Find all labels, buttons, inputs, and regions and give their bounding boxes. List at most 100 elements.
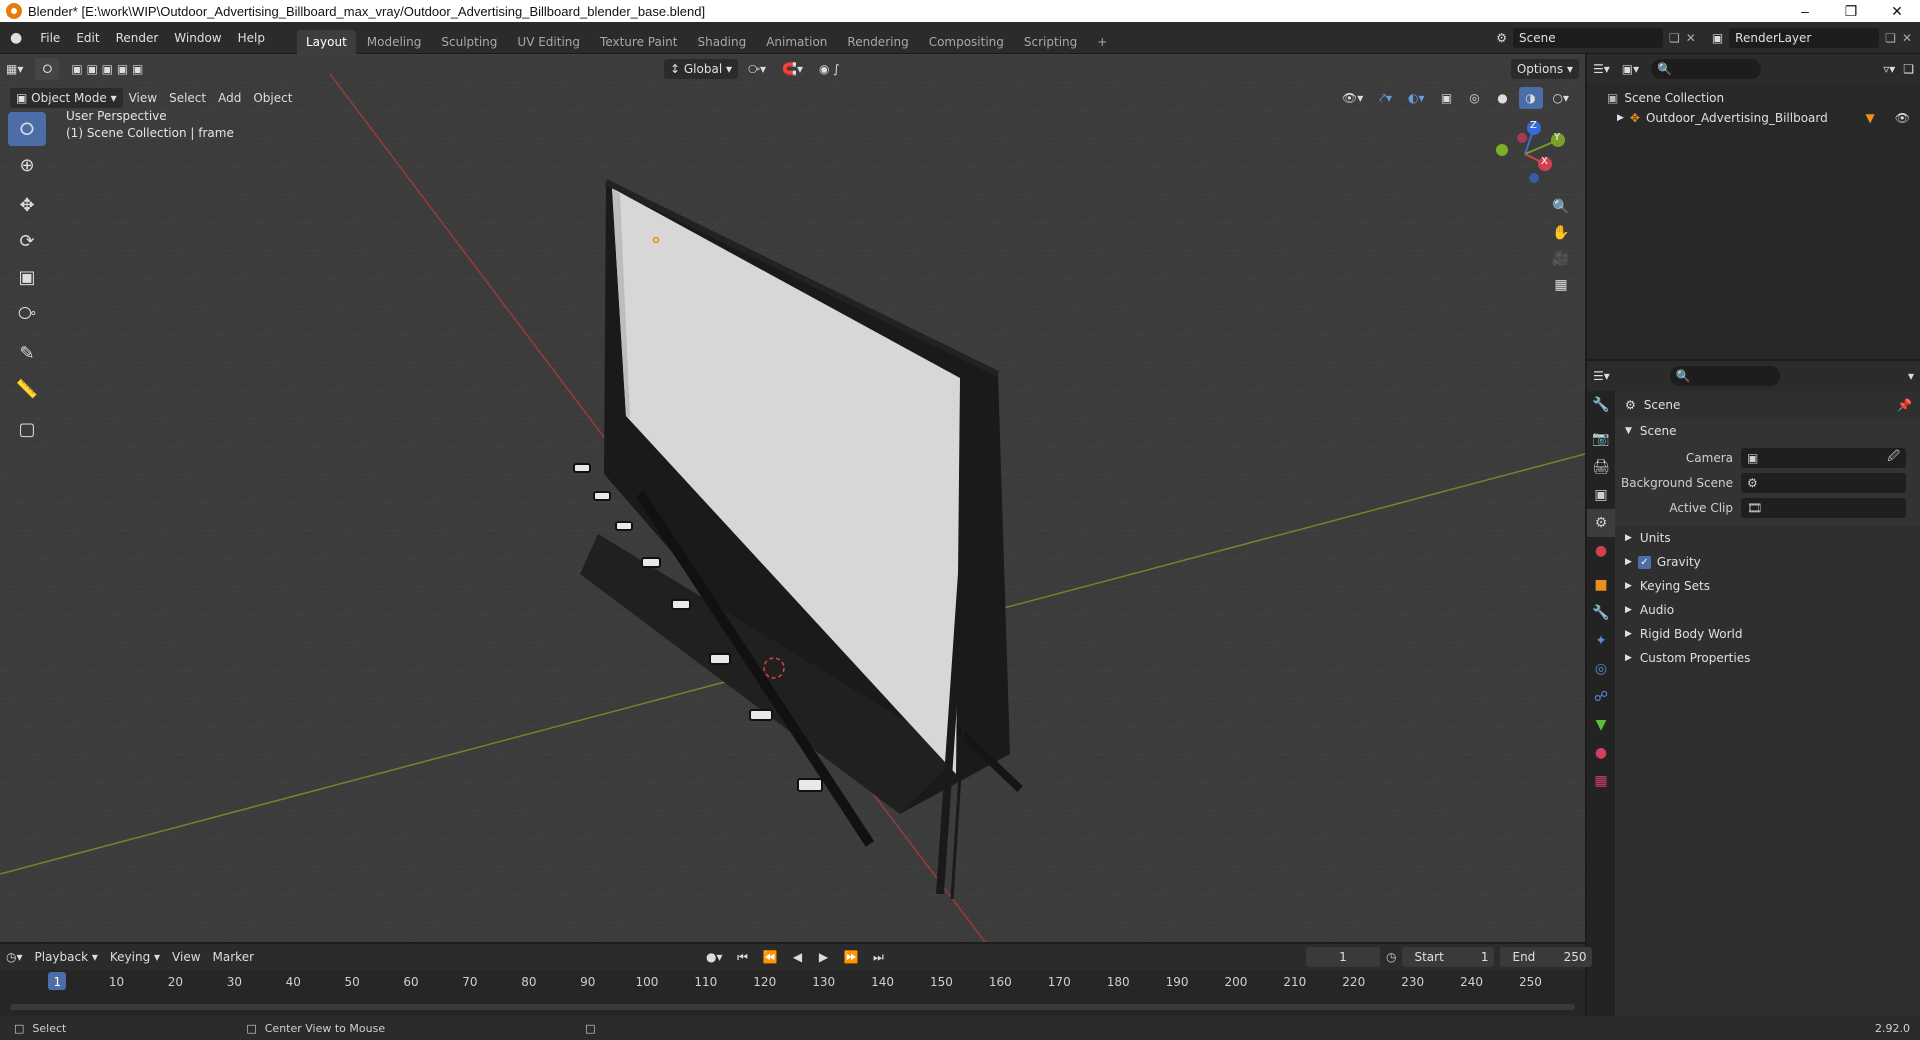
new-layer-icon[interactable]: ❏ [1885,31,1896,45]
tab-sculpting[interactable]: Sculpting [432,30,506,54]
keying-sets-section[interactable]: ▶ Keying Sets [1615,574,1920,598]
options-dropdown[interactable]: Options ▾ [1510,59,1579,79]
new-scene-icon[interactable]: ❏ [1669,31,1680,45]
rotate-tool-icon[interactable]: ⟳ [8,224,46,258]
pivot-icon[interactable]: ⧂▾ [742,58,772,80]
menu-help[interactable]: Help [230,31,273,45]
rigid-body-world-section[interactable]: ▶ Rigid Body World [1615,622,1920,646]
measure-tool-icon[interactable]: 📏 [8,372,46,406]
timeline-menu-view[interactable]: View [166,946,206,968]
background-scene-input[interactable]: ⚙ [1741,472,1906,493]
select-box-icon[interactable]: ⭘ [8,112,46,146]
render-layer-selector[interactable]: RenderLayer [1729,27,1880,48]
timeline-editor-icon[interactable]: ◷▾ [0,946,29,968]
restore-icon[interactable]: ❐ [1828,3,1874,20]
add-workspace-icon[interactable]: + [1088,30,1116,54]
viewport-menu-object[interactable]: Object [247,87,298,109]
selection-mode-icons[interactable]: ▣ ▣ ▣ ▣ ▣ [65,58,149,80]
display-mode-icon[interactable]: ▣▾ [1622,62,1639,76]
shading-material-icon[interactable]: ◑ [1518,87,1543,109]
jump-start-icon[interactable]: ⏮ [731,946,755,968]
menu-window[interactable]: Window [166,31,229,45]
audio-section[interactable]: ▶ Audio [1615,598,1920,622]
shading-rendered-icon[interactable]: ○▾ [1547,87,1576,109]
constraints-tab-icon[interactable]: ☍ [1587,683,1615,711]
record-icon[interactable]: ●▾ [700,946,729,968]
editor-type-icon[interactable]: ▦▾ [0,58,29,80]
timeline-scrollbar[interactable] [10,1004,1575,1010]
transform-orientation-dropdown[interactable]: ↕ Global ▾ [664,59,738,79]
viewport-menu-add[interactable]: Add [212,87,247,109]
prev-keyframe-icon[interactable]: ⏪ [757,946,784,968]
particles-tab-icon[interactable]: ✦ [1587,627,1615,655]
expand-arrow-icon[interactable]: ▶ [1617,113,1624,123]
physics-tab-icon[interactable]: ◎ [1587,655,1615,683]
viewport-scene[interactable] [0,54,1585,942]
texture-tab-icon[interactable]: ▦ [1587,767,1615,795]
new-collection-icon[interactable]: ❏ [1903,62,1914,76]
navigation-gizmo[interactable]: Z Y X [1480,114,1570,194]
mode-dropdown[interactable]: ▣ Object Mode ▾ [10,88,123,108]
timeline-ruler[interactable]: 1 10 20 30 40 50 60 70 80 90 100 110 120 130 140 150 160… [0,970,1585,1016]
object-tab-icon[interactable]: ■ [1587,571,1615,599]
xray-icon[interactable]: ▣ [1435,87,1459,109]
visibility-eye-icon[interactable]: 👁 [1895,111,1910,125]
units-section[interactable]: ▶ Units [1615,526,1920,550]
scene-selector[interactable]: Scene [1513,27,1663,48]
gravity-section[interactable]: ▶ ✓ Gravity [1615,550,1920,574]
eyedropper-icon[interactable]: 🖉 [1887,447,1900,468]
minimize-icon[interactable]: – [1782,3,1828,20]
start-frame-input[interactable]: Start 1 [1402,947,1495,967]
jump-end-icon[interactable]: ⏭ [866,946,890,968]
outliner-scene-collection[interactable]: ▣ Scene Collection [1607,88,1920,108]
overlay-toggle-icon[interactable]: ◐▾ [1402,87,1431,109]
remove-scene-icon[interactable]: ✕ [1686,31,1696,45]
scene-tab-icon[interactable]: ⚙ [1587,509,1615,537]
pin-icon[interactable]: 📌 [1897,398,1912,412]
camera-view-icon[interactable]: 🎥 [1548,246,1574,272]
scale-tool-icon[interactable]: ▣ [8,260,46,294]
timeline-menu-keying[interactable]: Keying ▾ [104,946,166,968]
gizmo-toggle-icon[interactable]: ⤤▾ [1373,87,1398,109]
modifier-tab-icon[interactable]: 🔧 [1587,599,1615,627]
material-tab-icon[interactable]: ● [1587,739,1615,767]
proportional-edit-icon[interactable]: ◉ ∫ [813,58,846,80]
tab-compositing[interactable]: Compositing [920,30,1013,54]
active-clip-input[interactable]: 🎞 [1741,497,1906,518]
tab-rendering[interactable]: Rendering [838,30,917,54]
tab-texture-paint[interactable]: Texture Paint [591,30,686,54]
zoom-icon[interactable]: 🔍 [1548,194,1574,220]
next-keyframe-icon[interactable]: ⏩ [837,946,864,968]
annotate-tool-icon[interactable]: ✎ [8,336,46,370]
play-reverse-icon[interactable]: ◀ [785,946,809,968]
render-tab-icon[interactable]: 📷 [1587,425,1615,453]
close-icon[interactable]: ✕ [1874,3,1920,20]
shading-wireframe-icon[interactable]: ◎ [1463,87,1487,109]
current-frame-input[interactable]: 1 [1306,947,1380,967]
view-layer-tab-icon[interactable]: ▣ [1587,481,1615,509]
blender-menu-icon[interactable]: ● [0,30,32,46]
world-tab-icon[interactable]: ● [1587,537,1615,565]
tab-animation[interactable]: Animation [757,30,836,54]
scene-section-header[interactable]: ▼ Scene [1615,419,1920,443]
data-tab-icon[interactable]: ▼ [1587,711,1615,739]
filter-icon[interactable]: ▿▾ [1883,62,1895,76]
viewport-menu-view[interactable]: View [123,87,163,109]
camera-input[interactable]: ▣ 🖉 [1741,447,1906,468]
visibility-icon[interactable]: 👁▾ [1336,87,1369,109]
3d-viewport[interactable]: ▦▾ ⭘ ▣ ▣ ▣ ▣ ▣ ↕ Global ▾ ⧂▾ 🧲▾ ◉ ∫ Opti… [0,54,1585,942]
custom-properties-section[interactable]: ▶ Custom Properties [1615,646,1920,670]
scene-icon[interactable]: ⚙ [1496,31,1507,45]
tab-scripting[interactable]: Scripting [1015,30,1086,54]
select-tool-icon[interactable]: ⭘ [35,58,60,80]
output-tab-icon[interactable]: 🖨 [1587,453,1615,481]
tab-modeling[interactable]: Modeling [358,30,431,54]
outliner-item-billboard[interactable]: ▶ ✥ Outdoor_Advertising_Billboard ▼ 👁 [1607,108,1910,128]
render-layer-icon[interactable]: ▣ [1712,31,1723,45]
outliner-search-input[interactable]: 🔍 [1651,59,1762,79]
snap-icon[interactable]: 🧲▾ [776,58,809,80]
properties-search-input[interactable]: 🔍 [1669,366,1780,386]
tool-tab-icon[interactable]: 🔧 [1587,391,1615,419]
pan-hand-icon[interactable]: ✋ [1548,220,1574,246]
ortho-grid-icon[interactable]: ▦ [1548,272,1574,298]
